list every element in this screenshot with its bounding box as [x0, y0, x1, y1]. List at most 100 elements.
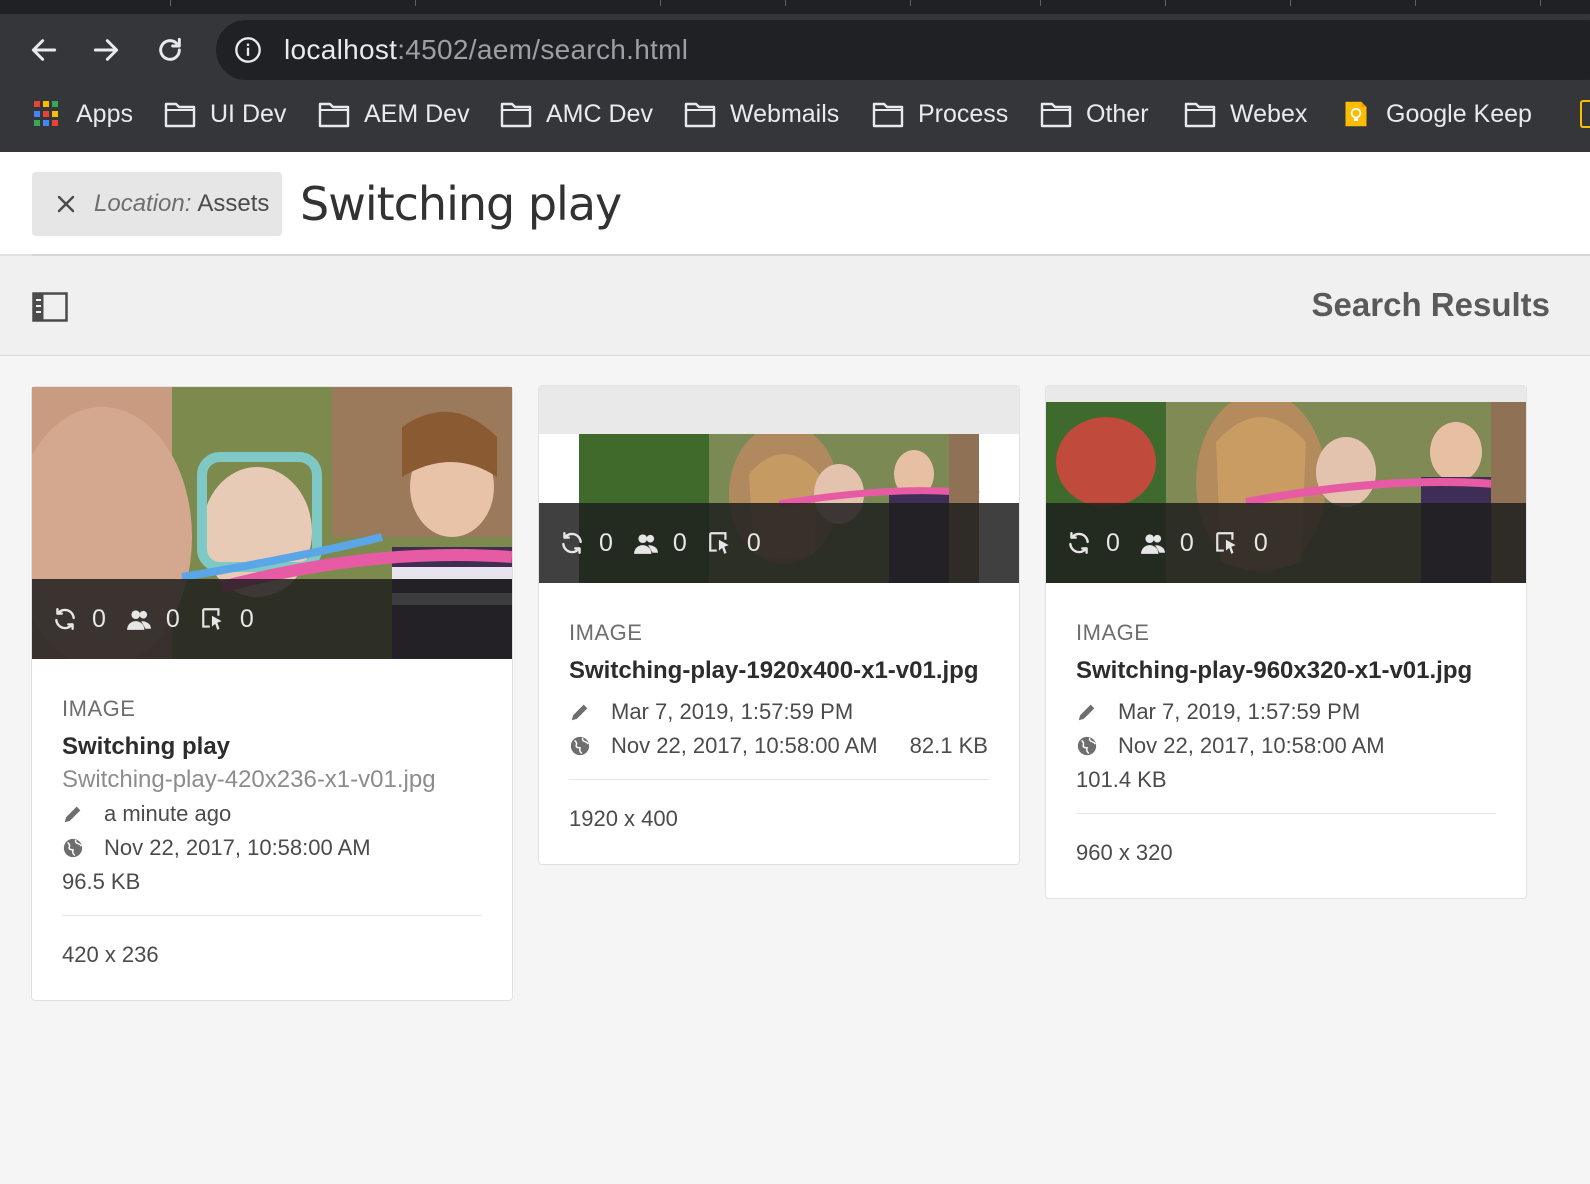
search-results-title: Search Results — [1311, 286, 1550, 323]
asset-meta: IMAGE Switching-play-960x320-x1-v01.jpg … — [1046, 583, 1526, 898]
pencil-icon — [1078, 704, 1095, 721]
bookmark-overflow-icon — [1580, 100, 1590, 128]
users-icon — [126, 610, 151, 630]
click-icon — [201, 608, 222, 630]
asset-thumbnail[interactable]: 0 0 0 — [1046, 386, 1526, 583]
omnisearch-bar: Location: Assets — [0, 152, 1590, 256]
sync-icon — [1069, 532, 1089, 554]
folder-icon — [684, 102, 716, 128]
google-keep-icon — [1345, 101, 1367, 127]
divider — [1076, 813, 1496, 814]
asset-dimensions: 1920 x 400 — [569, 806, 678, 831]
folder-icon — [164, 102, 196, 128]
asset-type: IMAGE — [1076, 620, 1150, 645]
asset-dimensions: 420 x 236 — [62, 942, 159, 967]
versions-stat: 0 — [559, 529, 613, 558]
rail-toggle-icon[interactable] — [32, 292, 68, 322]
bookmark-webex[interactable]: Webex — [1184, 96, 1307, 132]
divider — [62, 915, 482, 916]
modified-row: Mar 7, 2019, 1:57:59 PM — [1076, 695, 1496, 729]
asset-type: IMAGE — [569, 620, 643, 645]
bookmark-apps[interactable]: Apps — [30, 96, 133, 132]
bookmark-ui-dev[interactable]: UI Dev — [164, 96, 286, 132]
asset-card[interactable]: 0 0 0 IMAGE Switching-play-960x320-x1-v0… — [1045, 385, 1527, 899]
address-bar[interactable]: localhost:4502/aem/search.html — [216, 20, 1590, 80]
bookmark-aem-dev[interactable]: AEM Dev — [318, 96, 470, 132]
sync-icon — [562, 532, 582, 554]
reviews-stat: 0 — [1140, 529, 1194, 558]
asset-stats-bar: 0 0 0 — [1046, 503, 1526, 583]
asset-thumbnail[interactable]: 0 0 0 — [539, 386, 1019, 583]
modified-row: a minute ago — [62, 797, 482, 831]
close-icon[interactable] — [54, 192, 78, 216]
globe-icon — [63, 838, 83, 858]
browser-chrome: localhost:4502/aem/search.html Apps UI D… — [0, 0, 1590, 152]
folder-icon — [1184, 102, 1216, 128]
bookmark-overflow[interactable] — [1580, 96, 1590, 132]
asset-stats-bar: 0 0 0 — [32, 579, 512, 659]
apps-grid-icon — [30, 100, 62, 128]
click-icon — [1215, 532, 1236, 554]
asset-meta: IMAGE Switching play Switching-play-420x… — [32, 659, 512, 1000]
asset-title[interactable]: Switching-play-960x320-x1-v01.jpg — [1076, 655, 1496, 687]
divider — [569, 779, 989, 780]
browser-toolbar: localhost:4502/aem/search.html — [0, 14, 1590, 86]
reload-button[interactable] — [150, 30, 190, 70]
asset-card[interactable]: 0 0 0 IMAGE Switching play Switching-pla… — [31, 386, 513, 1001]
search-input[interactable] — [300, 168, 1500, 240]
users-icon — [633, 534, 658, 554]
asset-thumbnail[interactable]: 0 0 0 — [32, 387, 512, 659]
published-row: Nov 22, 2017, 10:58:00 AM — [1076, 729, 1496, 763]
clicks-stat: 0 — [707, 529, 761, 558]
versions-stat: 0 — [52, 605, 106, 634]
action-bar: Search Results — [0, 256, 1590, 356]
back-button[interactable] — [24, 30, 64, 70]
folder-icon — [1040, 102, 1072, 128]
bookmarks-bar: Apps UI Dev AEM Dev AMC Dev Webmails Pro… — [0, 88, 1590, 140]
location-tag-value: Assets — [197, 190, 270, 217]
pencil-icon — [64, 806, 81, 823]
pencil-icon — [571, 704, 588, 721]
asset-card[interactable]: 0 0 0 IMAGE Switching-play-1920x400-x1-v… — [538, 385, 1020, 865]
bookmark-other[interactable]: Other — [1040, 96, 1149, 132]
asset-size: 96.5 KB — [62, 869, 141, 894]
users-icon — [1140, 534, 1165, 554]
versions-stat: 0 — [1066, 529, 1120, 558]
published-row: Nov 22, 2017, 10:58:00 AM 82.1 KB — [569, 729, 989, 763]
published-row: Nov 22, 2017, 10:58:00 AM — [62, 831, 482, 865]
forward-button[interactable] — [86, 30, 126, 70]
reload-icon — [159, 37, 181, 61]
folder-icon — [872, 102, 904, 128]
reviews-stat: 0 — [126, 605, 180, 634]
asset-stats-bar: 0 0 0 — [539, 503, 1019, 583]
asset-type: IMAGE — [62, 696, 136, 721]
bookmark-webmails[interactable]: Webmails — [684, 96, 839, 132]
asset-dimensions: 960 x 320 — [1076, 840, 1173, 865]
sync-icon — [55, 608, 75, 630]
folder-icon — [318, 102, 350, 128]
arrow-right-icon — [93, 39, 119, 61]
globe-icon — [570, 736, 590, 756]
click-icon — [708, 532, 729, 554]
clicks-stat: 0 — [1214, 529, 1268, 558]
url-text[interactable]: localhost:4502/aem/search.html — [284, 34, 688, 66]
folder-icon — [500, 102, 532, 128]
asset-filename: Switching-play-420x236-x1-v01.jpg — [62, 766, 436, 793]
clicks-stat: 0 — [200, 605, 254, 634]
asset-title[interactable]: Switching play — [62, 731, 482, 763]
bookmark-google-keep[interactable]: Google Keep — [1340, 96, 1532, 132]
globe-icon — [1077, 736, 1097, 756]
reviews-stat: 0 — [633, 529, 687, 558]
tab-strip — [0, 0, 1590, 14]
modified-row: Mar 7, 2019, 1:57:59 PM — [569, 695, 989, 729]
info-icon[interactable] — [234, 36, 262, 64]
asset-size: 82.1 KB — [909, 733, 988, 758]
bookmark-process[interactable]: Process — [872, 96, 1008, 132]
asset-title[interactable]: Switching-play-1920x400-x1-v01.jpg — [569, 655, 989, 687]
location-tag-label: Location: — [94, 190, 192, 217]
arrow-left-icon — [31, 39, 57, 61]
bookmark-amc-dev[interactable]: AMC Dev — [500, 96, 653, 132]
asset-size: 101.4 KB — [1076, 767, 1167, 792]
location-tag[interactable]: Location: Assets — [32, 172, 282, 236]
asset-meta: IMAGE Switching-play-1920x400-x1-v01.jpg… — [539, 583, 1019, 864]
